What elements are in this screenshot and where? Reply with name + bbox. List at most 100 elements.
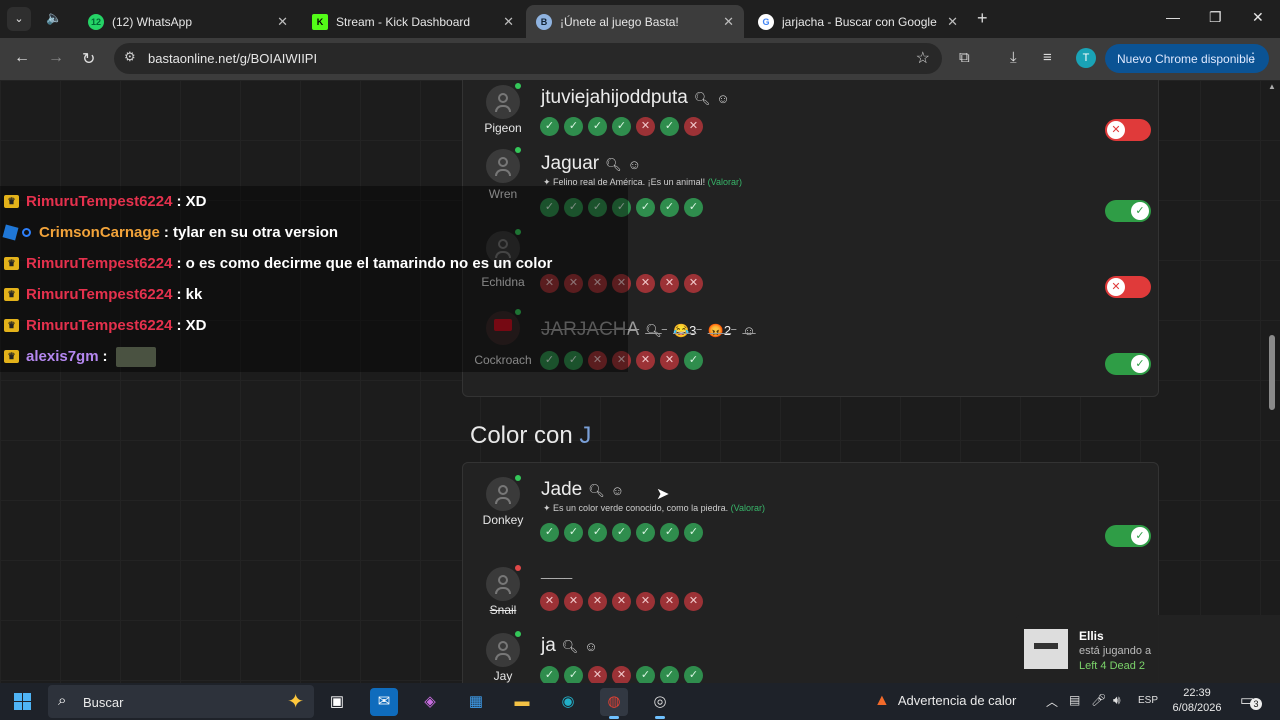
- check-icon[interactable]: ✓: [684, 666, 703, 683]
- check-icon[interactable]: ✓: [540, 523, 559, 542]
- tab-whatsapp[interactable]: 12 (12) WhatsApp ✕: [78, 5, 298, 38]
- tab-google[interactable]: G jarjacha - Buscar con Google ✕: [748, 5, 968, 38]
- notification-center-icon[interactable]: ▭ 3: [1240, 691, 1262, 710]
- download-icon[interactable]: ⤓: [1010, 49, 1017, 66]
- media-control-icon[interactable]: ≡: [1043, 49, 1052, 66]
- taskbar-search[interactable]: ⌕ Buscar ✦: [48, 685, 314, 718]
- close-icon[interactable]: ✕: [684, 274, 703, 293]
- close-icon[interactable]: ✕: [588, 666, 607, 683]
- close-icon[interactable]: ✕: [540, 592, 559, 611]
- validity-toggle[interactable]: ✓: [1105, 200, 1151, 222]
- extensions-icon[interactable]: ⧉: [959, 49, 970, 66]
- search-icon[interactable]: 🔍︎: [562, 639, 579, 654]
- check-icon[interactable]: ✓: [684, 198, 703, 217]
- valorar-link[interactable]: (Valorar): [708, 177, 742, 187]
- task-view-icon[interactable]: ▣: [323, 688, 351, 716]
- game-notification[interactable]: Ellis está jugando a Left 4 Dead 2: [1016, 615, 1280, 683]
- close-tab-icon[interactable]: ✕: [723, 14, 734, 30]
- check-icon[interactable]: ✓: [612, 117, 631, 136]
- profile-avatar[interactable]: T: [1076, 48, 1096, 68]
- chrome-update-button[interactable]: Nuevo Chrome disponible ⋮: [1105, 44, 1269, 73]
- close-tab-icon[interactable]: ✕: [277, 14, 288, 30]
- forward-icon[interactable]: →: [48, 49, 64, 67]
- validity-toggle[interactable]: ✓: [1105, 353, 1151, 375]
- add-reaction-icon[interactable]: ☺: [611, 483, 624, 498]
- scrollbar-thumb[interactable]: [1269, 335, 1275, 410]
- search-icon[interactable]: 🔍︎: [588, 483, 605, 498]
- validity-toggle[interactable]: ✕: [1105, 119, 1151, 141]
- bookmark-star-icon[interactable]: ☆: [916, 48, 930, 68]
- restore-icon[interactable]: ❐: [1209, 9, 1222, 26]
- add-reaction-icon[interactable]: ☺: [716, 91, 729, 106]
- check-icon[interactable]: ✓: [684, 351, 703, 370]
- close-icon[interactable]: ✕: [660, 351, 679, 370]
- close-icon[interactable]: ✕: [636, 117, 655, 136]
- check-icon[interactable]: ✓: [540, 666, 559, 683]
- search-icon[interactable]: 🔍︎: [645, 323, 662, 338]
- copilot-icon[interactable]: ◈: [416, 688, 444, 716]
- check-icon[interactable]: ✓: [660, 666, 679, 683]
- reaction-angry[interactable]: 😡2: [708, 323, 731, 338]
- chrome-icon[interactable]: ◍: [600, 688, 628, 719]
- close-tab-icon[interactable]: ✕: [503, 14, 514, 30]
- add-reaction-icon[interactable]: ☺: [742, 323, 755, 338]
- reload-icon[interactable]: ↻: [82, 49, 95, 69]
- check-icon[interactable]: ✓: [588, 117, 607, 136]
- add-reaction-icon[interactable]: ☺: [628, 157, 641, 172]
- taskbar-clock[interactable]: 22:39 6/08/2026: [1168, 686, 1226, 716]
- volume-icon[interactable]: 🔊︎: [1113, 693, 1121, 708]
- store-icon[interactable]: ▦: [462, 688, 490, 716]
- close-icon[interactable]: ✕: [588, 592, 607, 611]
- file-explorer-icon[interactable]: ▬: [508, 688, 536, 716]
- check-icon[interactable]: ✓: [564, 666, 583, 683]
- check-icon[interactable]: ✓: [636, 523, 655, 542]
- check-icon[interactable]: ✓: [660, 117, 679, 136]
- check-icon[interactable]: ✓: [612, 523, 631, 542]
- close-window-icon[interactable]: ✕: [1252, 9, 1264, 26]
- check-icon[interactable]: ✓: [564, 117, 583, 136]
- close-icon[interactable]: ✕: [612, 666, 631, 683]
- heat-warning[interactable]: ▲ Advertencia de calor: [874, 692, 1016, 710]
- check-icon[interactable]: ✓: [684, 523, 703, 542]
- outlook-icon[interactable]: ✉: [370, 688, 398, 716]
- check-icon[interactable]: ✓: [660, 523, 679, 542]
- url-text[interactable]: bastaonline.net/g/BOIAIWIIPI: [148, 51, 317, 66]
- close-icon[interactable]: ✕: [612, 592, 631, 611]
- add-reaction-icon[interactable]: ☺: [584, 639, 597, 654]
- close-icon[interactable]: ✕: [636, 351, 655, 370]
- back-icon[interactable]: ←: [14, 49, 30, 67]
- reaction-laugh[interactable]: 😂3: [673, 323, 696, 338]
- menu-dots-icon[interactable]: ⋮: [1247, 50, 1259, 64]
- page-scrollbar[interactable]: ▲: [1267, 82, 1277, 680]
- tray-app-icon[interactable]: ▤: [1069, 693, 1080, 707]
- tab-basta[interactable]: B ¡Únete al juego Basta! ✕: [526, 5, 744, 38]
- close-tab-icon[interactable]: ✕: [947, 14, 958, 30]
- obs-icon[interactable]: ◎: [646, 688, 674, 719]
- close-icon[interactable]: ✕: [660, 274, 679, 293]
- address-bar[interactable]: ⚙ bastaonline.net/g/BOIAIWIIPI ☆: [114, 43, 942, 74]
- validity-toggle[interactable]: ✕: [1105, 276, 1151, 298]
- close-icon[interactable]: ✕: [660, 592, 679, 611]
- site-info-icon[interactable]: ⚙: [124, 49, 136, 65]
- check-icon[interactable]: ✓: [540, 117, 559, 136]
- minimize-icon[interactable]: —: [1166, 9, 1180, 25]
- tab-search-icon[interactable]: ⌄: [7, 7, 31, 31]
- windows-start-icon[interactable]: [14, 693, 31, 710]
- close-icon[interactable]: ✕: [636, 592, 655, 611]
- new-tab-button[interactable]: +: [977, 8, 988, 29]
- validity-toggle[interactable]: ✓: [1105, 525, 1151, 547]
- search-icon[interactable]: 🔍︎: [605, 157, 622, 172]
- check-icon[interactable]: ✓: [636, 198, 655, 217]
- valorar-link[interactable]: (Valorar): [731, 503, 765, 513]
- tray-chevron-icon[interactable]: ︿: [1046, 693, 1058, 710]
- microphone-icon[interactable]: 🎤︎: [1091, 693, 1106, 707]
- language-indicator[interactable]: ESP: [1138, 695, 1158, 706]
- scroll-up-icon[interactable]: ▲: [1268, 82, 1276, 91]
- audio-icon[interactable]: 🔈: [46, 10, 62, 26]
- close-icon[interactable]: ✕: [684, 592, 703, 611]
- check-icon[interactable]: ✓: [636, 666, 655, 683]
- check-icon[interactable]: ✓: [660, 198, 679, 217]
- close-icon[interactable]: ✕: [564, 592, 583, 611]
- close-icon[interactable]: ✕: [684, 117, 703, 136]
- edge-icon[interactable]: ◉: [554, 688, 582, 716]
